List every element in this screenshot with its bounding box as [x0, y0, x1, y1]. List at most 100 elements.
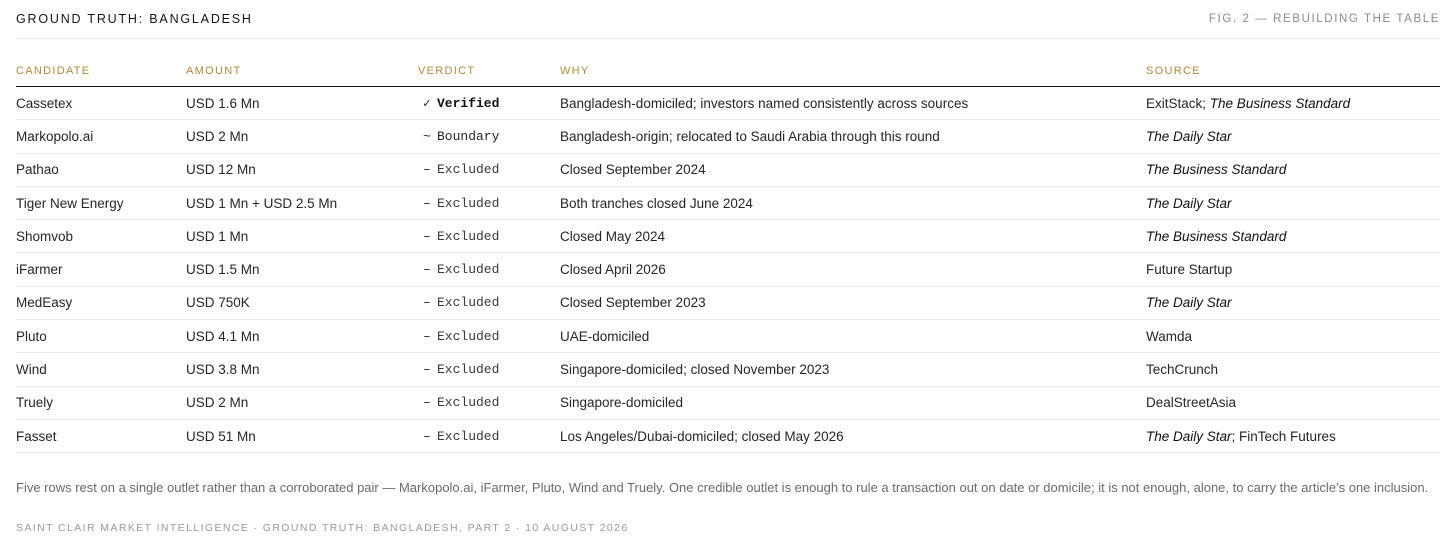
- verdict-mark-icon: –: [423, 262, 431, 278]
- table-row: Shomvob USD 1 Mn – Excluded Closed May 2024 T…: [16, 219, 1440, 254]
- column-header-candidate: CANDIDATE: [16, 56, 186, 87]
- table-row: Truely USD 2 Mn – Excluded Singapore-domicil…: [16, 386, 1440, 420]
- cell-candidate: Markopolo.ai: [16, 119, 186, 154]
- source-outlet: ; FinTech Futures: [1231, 428, 1336, 444]
- cell-verdict: – Excluded: [418, 286, 560, 321]
- cell-candidate: Pathao: [16, 153, 186, 187]
- table-header-row: CANDIDATE AMOUNT VERDICT WHY SOURCE: [16, 56, 1440, 87]
- source-outlet: The Business Standard: [1146, 162, 1287, 178]
- verdict-label: Verified: [437, 95, 500, 111]
- cell-amount: USD 750K: [186, 286, 418, 321]
- cell-source: The Daily Star: [1146, 119, 1440, 154]
- cell-amount: USD 1.6 Mn: [186, 86, 418, 121]
- verdict-label: Excluded: [437, 195, 500, 211]
- verdict-label: Excluded: [437, 295, 500, 311]
- cell-verdict: – Excluded: [418, 153, 560, 187]
- source-outlet: ;: [1202, 95, 1210, 111]
- cell-source: The Daily Star: [1146, 186, 1440, 221]
- source-outlet: The Business Standard: [1209, 95, 1351, 111]
- header-bar: GROUND TRUTH: BANGLADESH FIG. 2 — REBUIL…: [16, 0, 1440, 39]
- source-outlet: The Business Standard: [1146, 228, 1287, 244]
- column-header-source: SOURCE: [1146, 56, 1440, 87]
- cell-amount: USD 12 Mn: [186, 153, 418, 187]
- cell-amount: USD 51 Mn: [186, 419, 418, 454]
- footnote: Five rows rest on a single outlet rather…: [16, 480, 1429, 495]
- table-row: Pluto USD 4.1 Mn – Excluded UAE-domiciled Wam…: [16, 319, 1440, 354]
- table-row: iFarmer USD 1.5 Mn – Excluded Closed April 2…: [16, 252, 1440, 287]
- cell-verdict: – Excluded: [418, 419, 560, 454]
- table-row: MedEasy USD 750K – Excluded Closed September…: [16, 286, 1440, 321]
- cell-candidate: Truely: [16, 386, 186, 420]
- cell-amount: USD 2 Mn: [186, 386, 418, 420]
- cell-verdict: – Excluded: [418, 352, 560, 387]
- cell-amount: USD 4.1 Mn: [186, 319, 418, 354]
- candidates-table: CANDIDATE AMOUNT VERDICT WHY SOURCE Cass…: [16, 56, 1440, 454]
- cell-candidate: Shomvob: [16, 219, 186, 254]
- verdict-mark-icon: –: [423, 295, 431, 311]
- verdict-label: Excluded: [437, 362, 500, 378]
- cell-source: DealStreetAsia: [1146, 386, 1440, 420]
- cell-verdict: – Excluded: [418, 186, 560, 221]
- source-outlet: Future Startup: [1146, 262, 1233, 278]
- verdict-mark-icon: –: [423, 395, 431, 411]
- cell-why: Closed April 2026: [560, 252, 1146, 287]
- verdict-mark-icon: ~: [423, 128, 431, 144]
- verdict-label: Excluded: [437, 328, 500, 344]
- cell-why: Singapore-domiciled; closed November 202…: [560, 352, 1146, 387]
- verdict-label: Excluded: [437, 428, 500, 444]
- source-outlet: TechCrunch: [1146, 362, 1219, 378]
- source-outlet: The Daily Star: [1146, 295, 1232, 311]
- table-row: Markopolo.ai USD 2 Mn ~ Boundary Bangladesh-…: [16, 119, 1440, 154]
- cell-candidate: Pluto: [16, 319, 186, 354]
- cell-source: ExitStack; The Business Standard: [1146, 86, 1440, 121]
- table-row: Pathao USD 12 Mn – Excluded Closed September…: [16, 153, 1440, 187]
- verdict-label: Excluded: [437, 262, 500, 278]
- verdict-mark-icon: –: [423, 195, 431, 211]
- cell-why: Singapore-domiciled: [560, 386, 1146, 420]
- column-header-why: WHY: [560, 56, 1146, 87]
- cell-source: The Daily Star; FinTech Futures: [1146, 419, 1440, 454]
- cell-why: UAE-domiciled: [560, 319, 1146, 354]
- cell-verdict: – Excluded: [418, 219, 560, 254]
- verdict-mark-icon: –: [423, 428, 431, 444]
- cell-why: Bangladesh-origin; relocated to Saudi Ar…: [560, 119, 1146, 154]
- cell-source: The Business Standard: [1146, 219, 1440, 254]
- column-header-verdict: VERDICT: [418, 56, 560, 87]
- verdict-mark-icon: –: [423, 162, 431, 178]
- cell-source: The Daily Star: [1146, 286, 1440, 321]
- cell-candidate: Cassetex: [16, 86, 186, 121]
- cell-amount: USD 1.5 Mn: [186, 252, 418, 287]
- cell-candidate: Fasset: [16, 419, 186, 454]
- table-row: Cassetex USD 1.6 Mn ✓ Verified Bangladesh-do…: [16, 86, 1440, 121]
- source-outlet: The Daily Star: [1146, 128, 1232, 144]
- cell-source: TechCrunch: [1146, 352, 1440, 387]
- verdict-mark-icon: –: [423, 228, 431, 244]
- cell-source: The Business Standard: [1146, 153, 1440, 187]
- cell-why: Bangladesh-domiciled; investors named co…: [560, 86, 1146, 121]
- cell-verdict: – Excluded: [418, 252, 560, 287]
- source-outlet: Wamda: [1146, 328, 1193, 344]
- cell-amount: USD 3.8 Mn: [186, 352, 418, 387]
- cell-why: Both tranches closed June 2024: [560, 186, 1146, 221]
- table-row: Wind USD 3.8 Mn – Excluded Singapore-domicil…: [16, 352, 1440, 387]
- cell-amount: USD 1 Mn: [186, 219, 418, 254]
- cell-why: Closed September 2023: [560, 286, 1146, 321]
- verdict-label: Excluded: [437, 162, 500, 178]
- cell-candidate: Tiger New Energy: [16, 186, 186, 221]
- cell-candidate: iFarmer: [16, 252, 186, 287]
- table-body: Cassetex USD 1.6 Mn ✓ Verified Bangladesh-do…: [16, 86, 1440, 454]
- table-row: Fasset USD 51 Mn – Excluded Los Angeles/Duba…: [16, 419, 1440, 454]
- verdict-label: Excluded: [437, 228, 500, 244]
- source-outlet: The Daily Star: [1146, 195, 1232, 211]
- cell-verdict: ~ Boundary: [418, 119, 560, 154]
- cell-verdict: – Excluded: [418, 319, 560, 354]
- table-row: Tiger New Energy USD 1 Mn + USD 2.5 Mn – Ex…: [16, 186, 1440, 221]
- source-outlet: The Daily Star: [1146, 428, 1232, 444]
- column-header-amount: AMOUNT: [186, 56, 418, 87]
- verdict-mark-icon: –: [423, 362, 431, 378]
- figure-label: FIG. 2 — REBUILDING THE TABLE: [1208, 13, 1440, 25]
- page-title: GROUND TRUTH: BANGLADESH: [16, 12, 253, 26]
- cell-source: Future Startup: [1146, 252, 1440, 287]
- cell-verdict: ✓ Verified: [418, 86, 560, 121]
- cell-verdict: – Excluded: [418, 386, 560, 420]
